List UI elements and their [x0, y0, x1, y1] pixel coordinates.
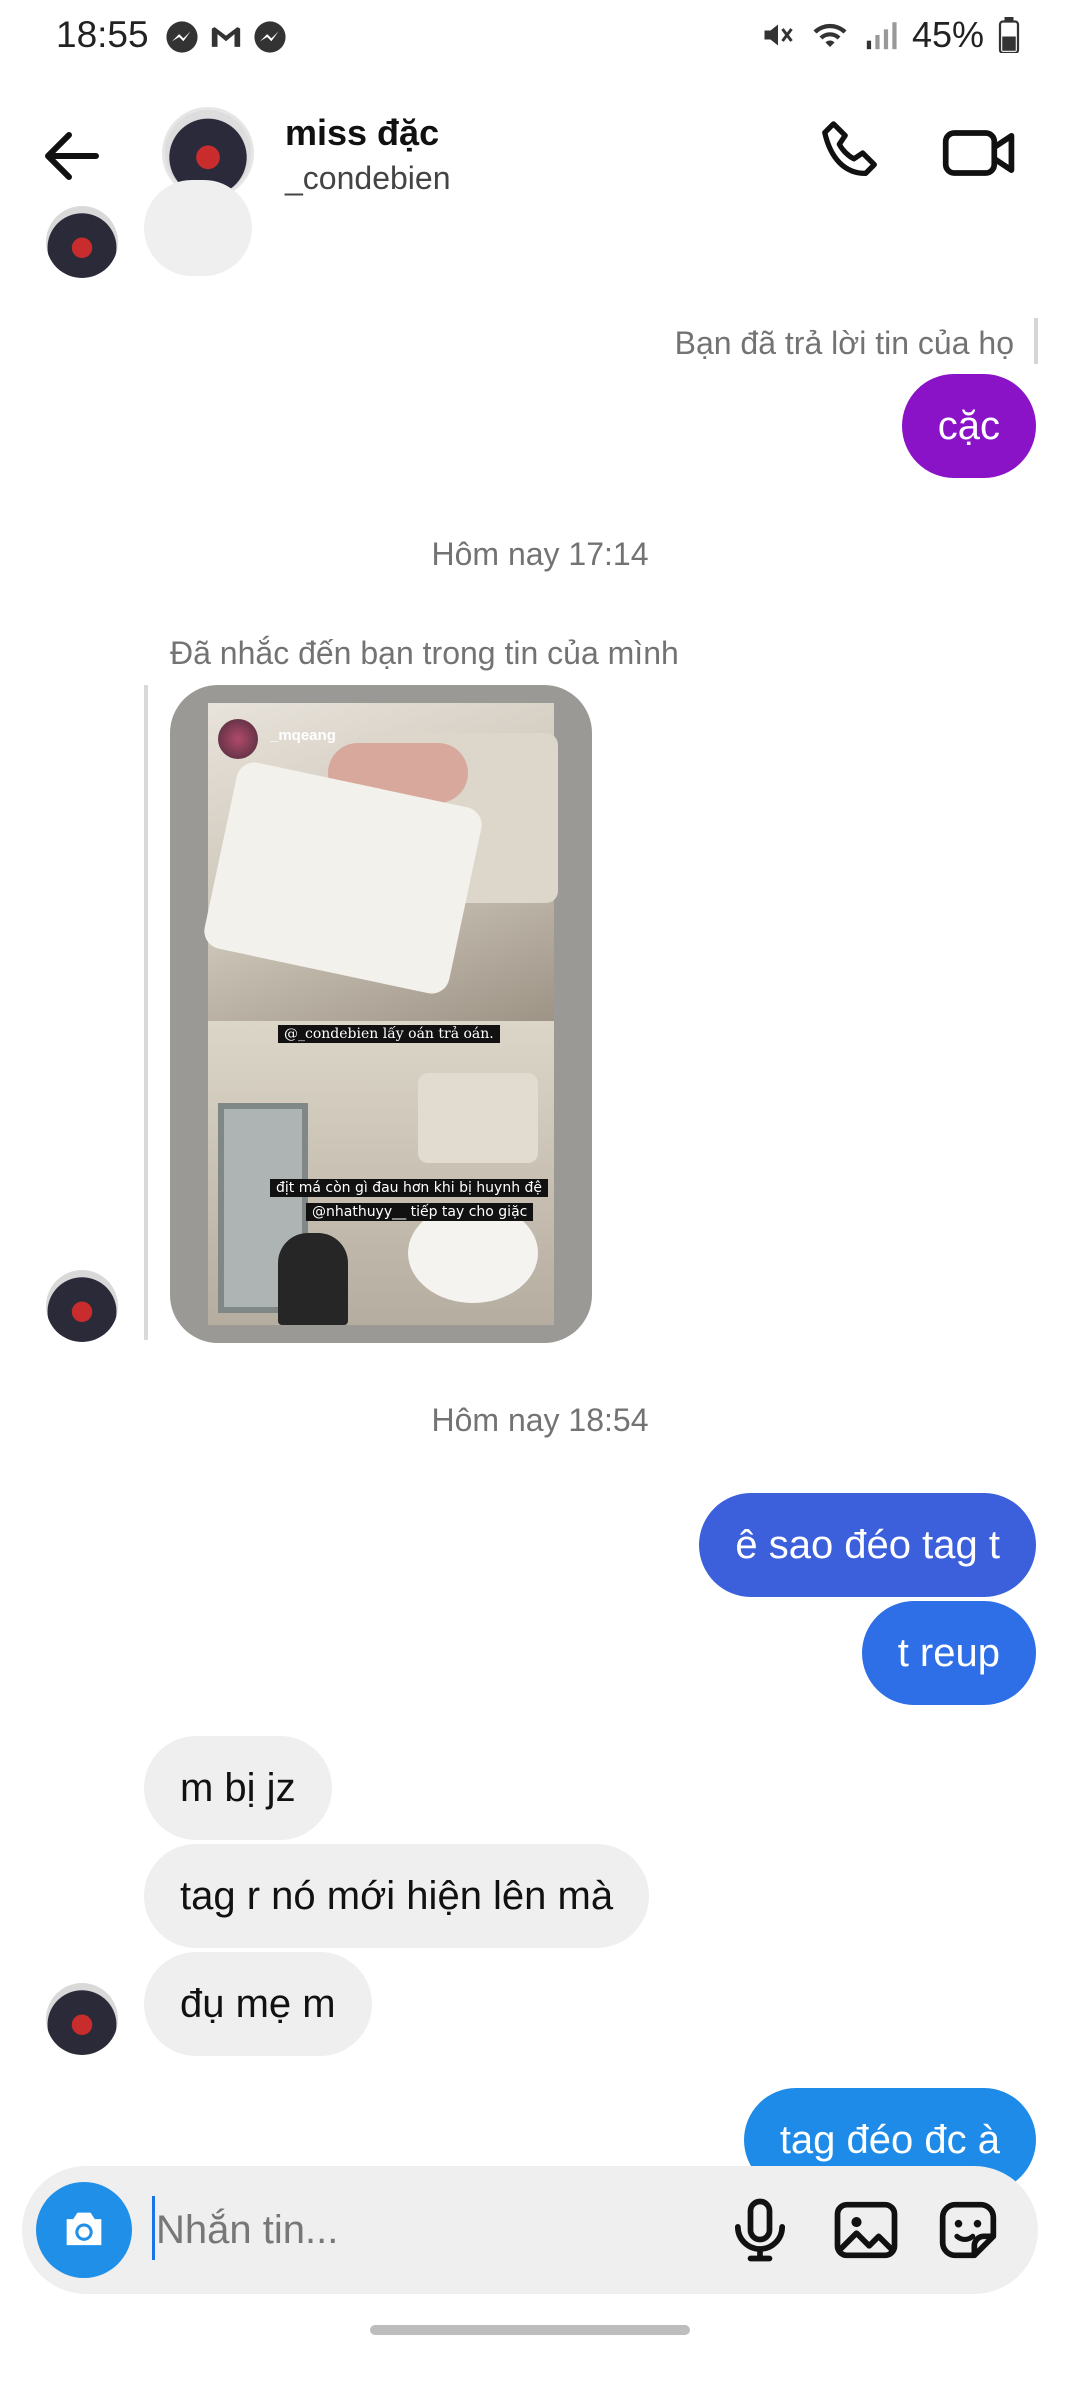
microphone-icon[interactable]: [722, 2192, 798, 2268]
camera-button[interactable]: [36, 2182, 132, 2278]
contact-avatar-small[interactable]: [46, 206, 118, 278]
story-username: _mqeang: [270, 727, 336, 744]
outgoing-message[interactable]: cặc: [901, 374, 1036, 478]
gallery-icon[interactable]: [828, 2192, 904, 2268]
mute-icon: [764, 24, 793, 46]
message-input[interactable]: [156, 2188, 716, 2272]
contact-avatar-small[interactable]: [46, 1270, 118, 1342]
status-bar: 18:55 45%: [0, 0, 1080, 80]
message-bubble-partial[interactable]: [144, 180, 252, 276]
timestamp: Hôm nay 18:54: [431, 1402, 649, 1438]
reply-bar: [1034, 318, 1038, 364]
story-mention-card[interactable]: _mqeang @_condebien lấy oán trả oán. địt…: [170, 685, 592, 1343]
incoming-message[interactable]: đụ mẹ m: [144, 1952, 372, 2056]
battery-percent: 45%: [911, 14, 984, 55]
message-composer: [22, 2166, 1038, 2294]
status-time: 18:55: [56, 14, 149, 55]
wifi-icon: [813, 23, 847, 47]
battery-icon: [998, 17, 1020, 53]
notification-icons: [165, 20, 287, 54]
outgoing-message[interactable]: ê sao đéo tag t: [699, 1493, 1036, 1597]
story-caption: địt má còn gì đau hơn khi bị huynh đệ: [270, 1179, 549, 1197]
messenger-icon: [254, 21, 286, 53]
reply-note: Bạn đã trả lời tin của họ: [674, 325, 1014, 361]
status-right: 45%: [760, 14, 1020, 56]
phone-icon[interactable]: [816, 118, 886, 188]
story-caption: @nhathuyy__ tiếp tay cho giặc: [306, 1203, 534, 1221]
timestamp: Hôm nay 17:14: [431, 536, 649, 572]
contact-avatar-small[interactable]: [46, 1983, 118, 2055]
home-indicator[interactable]: [370, 2325, 690, 2335]
mention-note: Đã nhắc đến bạn trong tin của mình: [170, 635, 679, 671]
contact-username[interactable]: _condebien: [285, 160, 450, 197]
story-caption: @_condebien lấy oán trả oán.: [278, 1025, 500, 1043]
text-cursor: [152, 2196, 155, 2260]
signal-icon: [866, 22, 897, 50]
messenger-icon: [166, 21, 198, 53]
back-arrow-icon[interactable]: [36, 120, 108, 192]
video-call-icon[interactable]: [940, 118, 1020, 188]
incoming-message[interactable]: m bị jz: [144, 1736, 332, 1840]
camera-icon: [66, 2212, 102, 2246]
outgoing-message[interactable]: t reup: [861, 1601, 1036, 1705]
story-reply-bar: [144, 685, 148, 1340]
gmail-icon: [211, 27, 241, 47]
sticker-icon[interactable]: [930, 2192, 1006, 2268]
contact-name[interactable]: miss đặc: [285, 112, 439, 154]
incoming-message[interactable]: tag r nó mới hiện lên mà: [144, 1844, 650, 1948]
story-user-avatar: [218, 719, 258, 759]
story-image: _mqeang @_condebien lấy oán trả oán. địt…: [200, 703, 558, 1325]
